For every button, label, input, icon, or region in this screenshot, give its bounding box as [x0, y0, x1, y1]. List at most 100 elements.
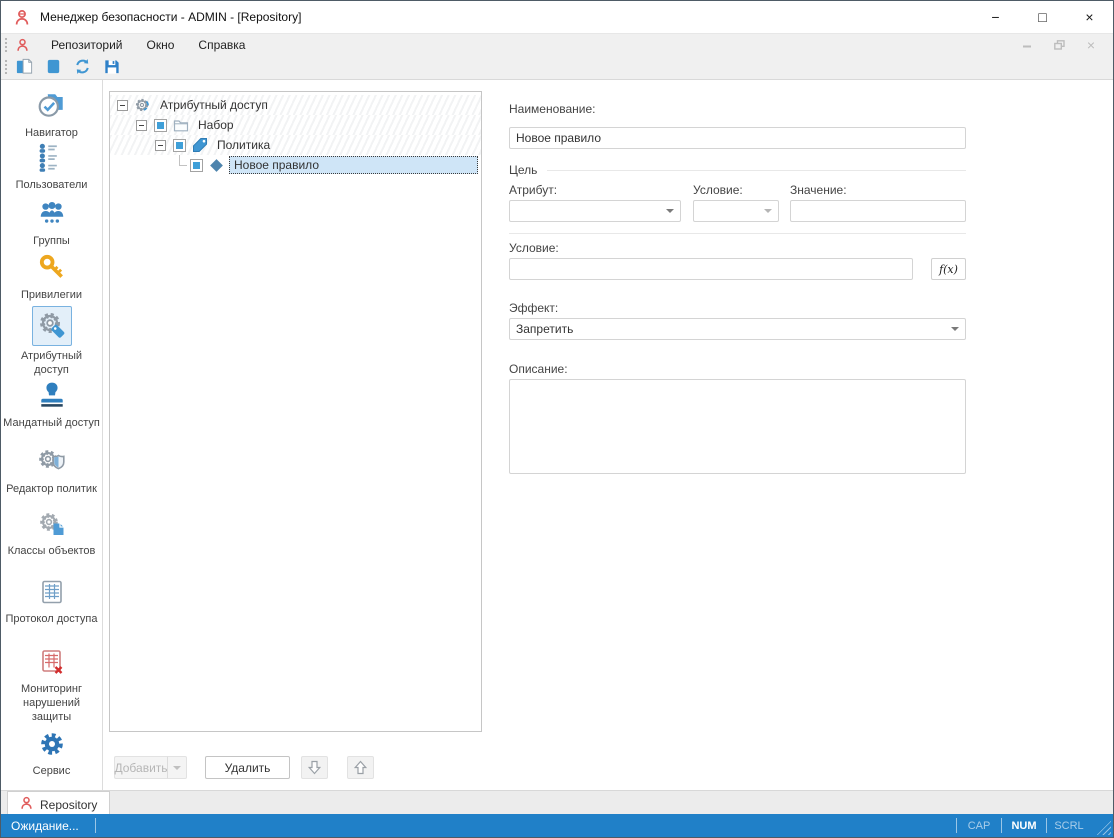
close-button[interactable]: ×	[1066, 1, 1113, 33]
menu-bar: Репозиторий Окно Справка ×	[1, 33, 1113, 55]
condition-input[interactable]	[509, 258, 913, 280]
tree-node-label-selected[interactable]: Новое правило	[229, 156, 478, 174]
goal-group-line	[547, 170, 966, 171]
table-error-icon	[38, 648, 66, 679]
delete-button[interactable]: Удалить	[205, 756, 290, 779]
chevron-down-icon	[666, 209, 674, 213]
effect-combobox[interactable]: Запретить	[509, 318, 966, 340]
sidebar-item-label: Привилегии	[19, 288, 84, 302]
stamp-icon	[37, 380, 67, 413]
checked-checkbox[interactable]	[190, 159, 203, 172]
name-label: Наименование:	[509, 102, 596, 116]
tree-node-label: Атрибутный доступ	[156, 96, 272, 114]
sidebar-item-label: Атрибутный доступ	[1, 349, 102, 377]
sidebar-item-policy-editor[interactable]: Редактор политик	[1, 446, 102, 496]
sidebar-item-access-log[interactable]: Протокол доступа	[1, 578, 102, 626]
gear-tag-icon	[135, 97, 151, 113]
add-dropdown-button[interactable]	[167, 756, 187, 779]
sidebar-item-label: Навигатор	[23, 126, 80, 140]
tree-node-label: Политика	[213, 136, 274, 154]
sidebar-item-label: Мандатный доступ	[1, 416, 102, 430]
value-input[interactable]	[790, 200, 966, 222]
save-icon[interactable]	[97, 55, 126, 78]
minimize-button[interactable]: −	[972, 1, 1019, 33]
navigator-folder-check-icon	[37, 90, 67, 123]
tree-node-label: Набор	[194, 116, 238, 134]
tree-connector-line	[174, 155, 190, 175]
sidebar-item-groups[interactable]: Группы	[1, 198, 102, 248]
maximize-button[interactable]: □	[1019, 1, 1066, 33]
mdi-tab-bar: Repository	[1, 790, 1113, 817]
chevron-down-icon	[764, 209, 772, 213]
diamond-icon	[209, 161, 224, 170]
move-up-button[interactable]	[347, 756, 374, 779]
app-logo-person-icon	[14, 9, 30, 26]
value-label: Значение:	[790, 183, 847, 197]
scroll-lock-indicator: SCRL	[1047, 820, 1091, 832]
mdi-close-icon[interactable]: ×	[1087, 37, 1095, 53]
tree-actions: Добавить Удалить	[114, 756, 374, 779]
sidebar-item-privileges[interactable]: Привилегии	[1, 252, 102, 302]
toolbar-grip-handle[interactable]	[4, 59, 8, 74]
operator-combobox[interactable]	[693, 200, 779, 222]
num-lock-indicator: NUM	[1002, 820, 1046, 832]
sidebar-item-users[interactable]: Пользователи	[1, 142, 102, 192]
resize-grip[interactable]	[1096, 820, 1111, 835]
sidebar-item-attribute-access[interactable]: Атрибутный доступ	[1, 306, 102, 377]
status-separator	[95, 818, 96, 833]
menu-item-window[interactable]: Окно	[135, 34, 187, 55]
status-bar: Ожидание... CAP NUM SCRL	[1, 814, 1113, 837]
condition-label: Условие:	[509, 241, 559, 255]
formula-editor-button[interactable]: f(x)	[931, 258, 966, 280]
sidebar-item-label: Пользователи	[14, 178, 90, 192]
status-text: Ожидание...	[11, 819, 79, 833]
checked-checkbox[interactable]	[173, 139, 186, 152]
menu-item-repository[interactable]: Репозиторий	[39, 34, 135, 55]
collapse-expander-icon[interactable]	[136, 120, 147, 131]
menu-item-help[interactable]: Справка	[186, 34, 257, 55]
arrow-down-icon	[308, 760, 321, 775]
name-input[interactable]	[509, 127, 966, 149]
sidebar-item-navigator[interactable]: Навигатор	[1, 90, 102, 140]
sidebar-selected-highlight	[32, 306, 72, 346]
caps-lock-indicator: CAP	[957, 820, 1001, 832]
sidebar-item-violation-monitoring[interactable]: Мониторинг нарушений защиты	[1, 648, 102, 724]
tree-node-new-rule[interactable]: Новое правило	[110, 155, 481, 175]
toolbar	[1, 54, 1113, 80]
rule-form: Наименование: Цель Атрибут: Условие: Зна…	[509, 80, 966, 790]
gear-shield-icon	[37, 446, 67, 479]
add-button[interactable]: Добавить	[114, 756, 167, 779]
description-label: Описание:	[509, 362, 568, 376]
mdi-minimize-icon[interactable]	[1022, 40, 1032, 50]
sidebar-item-label: Протокол доступа	[4, 612, 100, 626]
mdi-restore-icon[interactable]	[1054, 40, 1065, 50]
checked-checkbox[interactable]	[154, 119, 167, 132]
sidebar-item-service[interactable]: Сервис	[1, 730, 102, 778]
sidebar-item-label: Мониторинг нарушений защиты	[1, 682, 102, 724]
menu-grip-handle[interactable]	[4, 37, 8, 52]
description-textarea[interactable]	[509, 379, 966, 474]
document-icon[interactable]	[39, 55, 68, 78]
folder-icon	[173, 117, 189, 133]
tree-node-policy[interactable]: Политика	[110, 135, 481, 155]
collapse-expander-icon[interactable]	[117, 100, 128, 111]
sidebar-item-label: Редактор политик	[4, 482, 99, 496]
gear-icon	[38, 730, 66, 761]
rules-tree: Атрибутный доступ Набор	[109, 91, 482, 732]
tree-node-attribute-access[interactable]: Атрибутный доступ	[110, 95, 481, 115]
tag-icon	[192, 137, 208, 153]
window-title: Менеджер безопасности - ADMIN - [Reposit…	[40, 10, 301, 24]
arrow-up-icon	[354, 760, 367, 775]
navigation-sidebar: Навигатор Пользователи	[1, 80, 103, 790]
chevron-down-icon	[951, 327, 959, 331]
move-down-button[interactable]	[301, 756, 328, 779]
title-bar: Менеджер безопасности - ADMIN - [Reposit…	[1, 1, 1113, 33]
refresh-icon[interactable]	[68, 55, 97, 78]
attribute-combobox[interactable]	[509, 200, 681, 222]
collapse-expander-icon[interactable]	[155, 140, 166, 151]
sidebar-item-object-classes[interactable]: Классы объектов	[1, 510, 102, 558]
sidebar-item-mandatory-access[interactable]: Мандатный доступ	[1, 380, 102, 430]
tree-node-set[interactable]: Набор	[110, 115, 481, 135]
sidebar-item-label: Классы объектов	[6, 544, 98, 558]
new-document-icon[interactable]	[10, 55, 39, 78]
